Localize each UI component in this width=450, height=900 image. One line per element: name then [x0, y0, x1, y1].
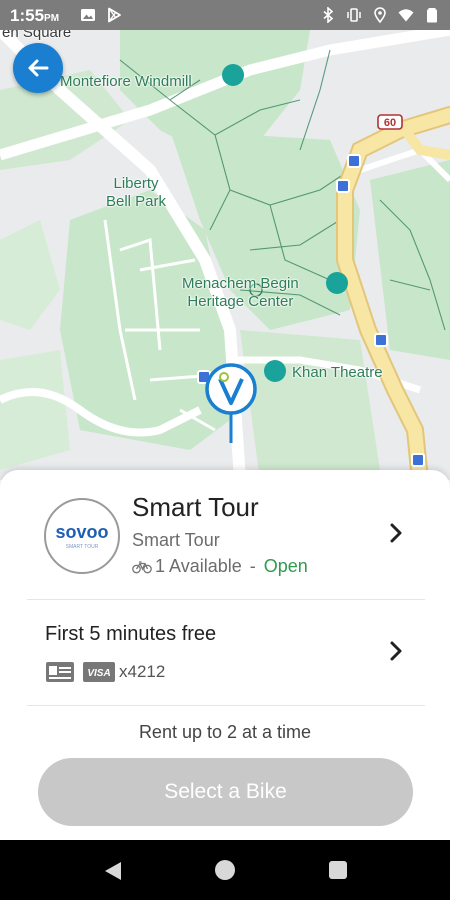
pricing-title: First 5 minutes free — [45, 623, 217, 645]
station-title: Smart Tour — [132, 492, 259, 522]
map-label-park[interactable]: Liberty Bell Park — [106, 175, 166, 211]
bus-stop-icon[interactable] — [347, 154, 361, 168]
park-area-southwest — [0, 350, 70, 470]
system-nav-bar — [0, 840, 450, 900]
map-label-windmill[interactable]: Montefiore Windmill — [60, 73, 192, 91]
station-sheet: sovoo SMART TOUR Smart Tour Smart Tour 1… — [0, 470, 450, 840]
station-row[interactable]: sovoo SMART TOUR Smart Tour Smart Tour 1… — [0, 470, 450, 598]
card-number: x4212 — [119, 662, 166, 681]
location-icon — [374, 7, 386, 23]
chevron-right-icon[interactable] — [389, 522, 403, 544]
station-logo: sovoo SMART TOUR — [44, 498, 120, 574]
map-label-theatre[interactable]: Khan Theatre — [292, 364, 383, 382]
bus-stop-icon[interactable] — [374, 333, 388, 347]
image-icon — [81, 9, 95, 21]
status-time: 1:55PM — [10, 6, 59, 26]
divider — [27, 705, 425, 706]
pricing-row[interactable]: First 5 minutes free VISA x4212 — [0, 599, 450, 705]
id-card-icon — [46, 662, 74, 682]
park-area-west — [0, 220, 60, 330]
bike-icon — [132, 560, 152, 573]
chevron-right-icon[interactable] — [389, 640, 403, 662]
arrow-left-icon — [28, 59, 49, 77]
status-time-value: 1:55 — [10, 6, 45, 25]
play-store-icon — [108, 7, 121, 23]
payment-line: VISA x4212 — [45, 661, 165, 683]
nav-recents-icon[interactable] — [329, 861, 347, 879]
park-area-east — [370, 160, 450, 360]
station-logo-text: sovoo — [55, 522, 109, 542]
status-left-icons — [80, 7, 122, 23]
card-brand: VISA — [87, 668, 110, 679]
map-label-top: en Square — [2, 30, 72, 41]
bus-stop-icon[interactable] — [336, 179, 350, 193]
station-status: Open — [263, 556, 308, 576]
battery-icon — [427, 8, 437, 23]
status-bar: 1:55PM — [0, 0, 450, 30]
select-bike-button[interactable]: Select a Bike — [38, 758, 413, 826]
map-label-heritage[interactable]: Menachem Begin Heritage Center — [182, 275, 299, 311]
availability-separator: - — [244, 556, 261, 576]
landmark-poi-icon[interactable] — [326, 272, 348, 294]
station-logo-subtext: SMART TOUR — [65, 544, 99, 550]
available-count: 1 Available — [155, 556, 242, 576]
nav-home-icon[interactable] — [215, 860, 235, 880]
visa-card-icon: VISA — [83, 662, 115, 682]
park-area-south — [240, 330, 380, 480]
nav-back-icon[interactable] — [103, 861, 123, 881]
availability-line: 1 Available - Open — [132, 556, 308, 577]
bluetooth-icon — [323, 7, 334, 23]
station-marker-icon[interactable] — [203, 363, 259, 445]
vibrate-icon — [347, 8, 361, 22]
status-ampm: PM — [44, 13, 60, 24]
station-subtitle: Smart Tour — [132, 530, 220, 550]
rent-limit-text: Rent up to 2 at a time — [138, 722, 312, 742]
theatre-poi-icon[interactable] — [264, 360, 286, 382]
bus-stop-icon[interactable] — [411, 453, 425, 467]
status-right-icons — [320, 7, 440, 23]
wifi-icon — [398, 9, 414, 22]
camera-poi-icon[interactable] — [222, 64, 244, 86]
back-button[interactable] — [13, 43, 63, 93]
route-shield-number: 60 — [384, 117, 396, 129]
